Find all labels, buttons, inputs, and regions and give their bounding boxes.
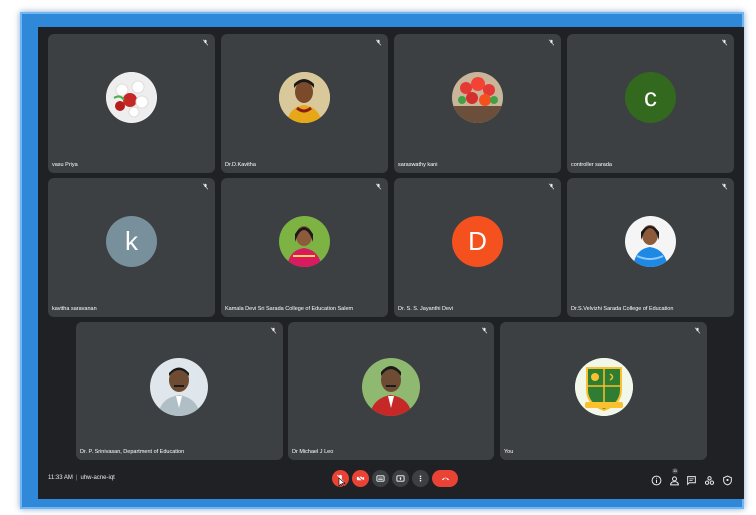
person-avatar bbox=[362, 358, 420, 416]
participant-tile[interactable]: saraswathy kani bbox=[394, 34, 561, 173]
mic-off-icon bbox=[202, 183, 209, 190]
participant-tile[interactable]: Dr.S.Velvizhi Sarada College of Educatio… bbox=[567, 178, 734, 317]
end-call-button[interactable] bbox=[432, 470, 458, 487]
participant-name: Dr Michael J Leo bbox=[292, 449, 334, 455]
letter-avatar: D bbox=[452, 216, 503, 267]
participant-name: vasu Priya bbox=[52, 162, 78, 168]
participant-tile[interactable]: vasu Priya bbox=[48, 34, 215, 173]
letter-avatar: c bbox=[625, 72, 676, 123]
participant-tile[interactable]: Dr Michael J Leo bbox=[288, 322, 494, 460]
more-options-button[interactable] bbox=[412, 470, 429, 487]
mic-off-icon bbox=[721, 183, 728, 190]
present-button[interactable] bbox=[392, 470, 409, 487]
mic-off-icon bbox=[548, 183, 555, 190]
mic-off-icon bbox=[481, 327, 488, 334]
participant-name: You bbox=[504, 449, 514, 455]
participant-tile[interactable]: Dr.D.Kavitha bbox=[221, 34, 388, 173]
emblem-avatar bbox=[575, 358, 633, 416]
people-button[interactable]: 11 bbox=[669, 468, 680, 486]
participant-name: controller sarada bbox=[571, 162, 612, 168]
meeting-info: 11:33 AM | uhw-acne-iqt bbox=[48, 475, 115, 481]
person-avatar bbox=[150, 358, 208, 416]
control-bar: 11:33 AM | uhw-acne-iqt 11 bbox=[38, 461, 744, 499]
letter-avatar: k bbox=[106, 216, 157, 267]
participant-name: Kamala Devi Sri Sarada College of Educat… bbox=[225, 306, 354, 312]
mic-off-icon bbox=[270, 327, 277, 334]
flower-avatar bbox=[106, 72, 157, 123]
activities-button[interactable] bbox=[704, 473, 715, 485]
activities-icon bbox=[704, 476, 715, 485]
participant-tile[interactable]: Dr. P. Srinivasan, Department of Educati… bbox=[76, 322, 283, 460]
participant-tile-self[interactable]: You bbox=[500, 322, 707, 460]
participant-name: Dr.S.Velvizhi Sarada College of Educatio… bbox=[571, 306, 674, 312]
info-button[interactable] bbox=[651, 473, 662, 486]
present-icon bbox=[396, 475, 405, 482]
participant-name: Dr. S. S. Jayanthi Devi bbox=[398, 306, 454, 312]
flower-avatar bbox=[452, 72, 503, 123]
people-icon bbox=[670, 476, 679, 486]
more-options-icon bbox=[419, 475, 422, 482]
mic-off-icon bbox=[375, 183, 382, 190]
host-controls-icon bbox=[723, 475, 732, 486]
clock-time: 11:33 AM bbox=[48, 475, 73, 481]
mic-off-icon bbox=[202, 39, 209, 46]
meeting-window: vasu Priya Dr.D.Kavitha saraswathy kani … bbox=[38, 27, 744, 499]
captions-button[interactable] bbox=[372, 470, 389, 487]
participant-name: Dr.D.Kavitha bbox=[225, 162, 256, 168]
participant-tile[interactable]: k kavitha saravanan bbox=[48, 178, 215, 317]
chat-button[interactable] bbox=[686, 473, 697, 486]
mic-off-icon bbox=[721, 39, 728, 46]
person-avatar bbox=[279, 216, 330, 267]
person-avatar bbox=[279, 72, 330, 123]
mic-off-icon bbox=[375, 39, 382, 46]
participant-name: Dr. P. Srinivasan, Department of Educati… bbox=[80, 449, 185, 455]
people-count-badge: 11 bbox=[672, 468, 679, 474]
host-controls-button[interactable] bbox=[722, 473, 733, 486]
info-icon bbox=[651, 475, 662, 486]
mouse-cursor-icon bbox=[338, 477, 346, 488]
mic-off-icon bbox=[548, 39, 555, 46]
chat-icon bbox=[687, 476, 696, 486]
person-avatar bbox=[625, 216, 676, 267]
meeting-code: uhw-acne-iqt bbox=[80, 475, 115, 481]
mic-off-icon bbox=[694, 327, 701, 334]
participant-tile[interactable]: c controller sarada bbox=[567, 34, 734, 173]
camera-toggle-button[interactable] bbox=[352, 470, 369, 487]
separator: | bbox=[75, 475, 78, 481]
camera-off-icon bbox=[356, 474, 365, 483]
participant-tile[interactable]: Kamala Devi Sri Sarada College of Educat… bbox=[221, 178, 388, 317]
participant-name: saraswathy kani bbox=[398, 162, 438, 168]
participant-tile[interactable]: D Dr. S. S. Jayanthi Devi bbox=[394, 178, 561, 317]
end-call-icon bbox=[441, 477, 449, 481]
captions-icon bbox=[376, 475, 385, 482]
participant-name: kavitha saravanan bbox=[52, 306, 97, 312]
